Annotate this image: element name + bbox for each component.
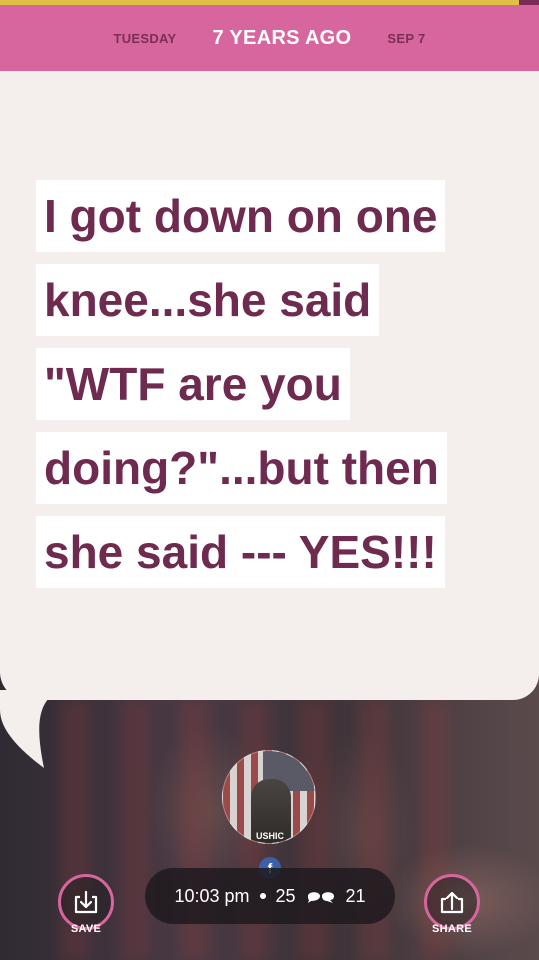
share-icon — [440, 891, 464, 914]
post-time: 10:03 pm — [174, 885, 250, 906]
post-info-pill: 10:03 pm 25 21 — [145, 868, 395, 924]
post-text: I got down on one knee...she said "WTF a… — [36, 180, 506, 600]
date-label: SEP 7 — [387, 30, 426, 46]
relative-time-label: 7 YEARS AGO — [212, 26, 352, 49]
comments-count: 21 — [345, 885, 366, 906]
separator-dot — [259, 893, 266, 899]
reactions-icon — [307, 892, 334, 903]
share-label: SHARE — [431, 923, 472, 935]
avatar[interactable]: USHIC — [222, 750, 316, 844]
post-text-line: she said --- YES!!! — [36, 516, 445, 588]
post-text-line: "WTF are you — [36, 348, 350, 420]
day-label: TUESDAY — [113, 30, 177, 46]
date-header: TUESDAY 7 YEARS AGO SEP 7 — [0, 5, 539, 71]
save-icon — [74, 890, 98, 914]
post-text-line: doing?"...but then — [36, 432, 447, 504]
post-text-line: I got down on one — [36, 180, 446, 252]
post-text-line: knee...she said — [36, 264, 380, 336]
save-label: SAVE — [70, 923, 102, 935]
hearts-count: 25 — [275, 885, 296, 906]
speech-bubble-tail — [0, 690, 60, 768]
share-button[interactable] — [424, 874, 480, 930]
save-button[interactable] — [58, 874, 114, 930]
avatar-caption: USHIC — [255, 831, 284, 841]
